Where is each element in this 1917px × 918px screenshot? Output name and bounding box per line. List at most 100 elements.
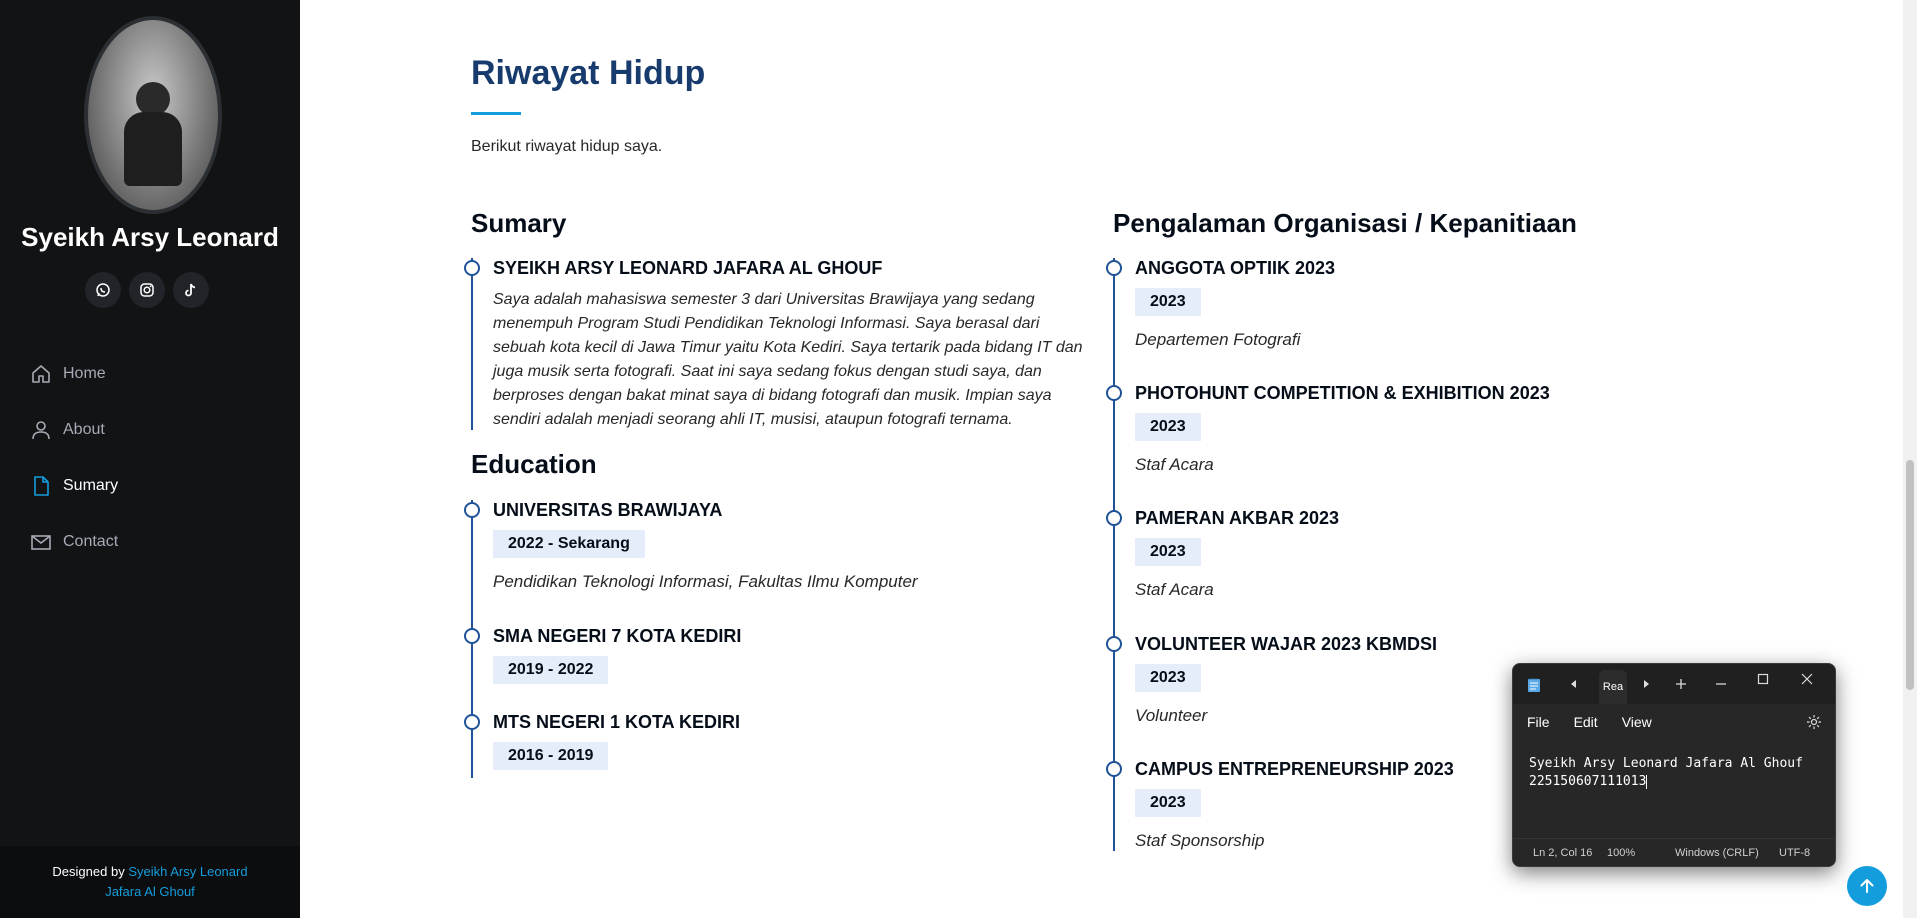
avatar-head: [136, 82, 170, 116]
envelope-icon: [31, 535, 51, 550]
sidebar: Syeikh Arsy Leonard Home About Sumary Co…: [0, 0, 300, 918]
text-cursor: [1646, 774, 1648, 789]
nav-label-contact: Contact: [63, 533, 119, 550]
timeline-dot: [464, 260, 480, 276]
section-subtitle: Berikut riwayat hidup saya.: [471, 138, 663, 155]
notepad-line-2: 225150607111013: [1529, 774, 1647, 789]
experience-item: ANGGOTA OPTIIK 2023 2023 Departemen Foto…: [1106, 258, 1336, 383]
person-icon: [32, 421, 50, 440]
experience-item: PHOTOHUNT COMPETITION & EXHIBITION 2023 …: [1106, 383, 1550, 508]
profile-name[interactable]: Syeikh Arsy Leonard: [0, 222, 300, 253]
status-zoom[interactable]: 100%: [1607, 847, 1635, 859]
settings-gear-icon[interactable]: [1806, 714, 1822, 730]
nav-item-contact[interactable]: Contact: [30, 514, 118, 570]
timeline-dot: [1106, 260, 1122, 276]
social-links: [85, 272, 209, 308]
arrow-up-icon: [1860, 879, 1874, 893]
education-years: 2016 - 2019: [493, 742, 609, 770]
experience-year: 2023: [1135, 789, 1201, 817]
experience-year: 2023: [1135, 664, 1201, 692]
experience-role: Staf Acara: [1135, 455, 1214, 474]
menu-file[interactable]: File: [1527, 714, 1550, 730]
experience-item: PAMERAN AKBAR 2023 2023 Staf Acara: [1106, 508, 1340, 634]
education-heading: Education: [471, 449, 597, 479]
education-item: SMA NEGERI 7 KOTA KEDIRI 2019 - 2022: [464, 626, 742, 712]
education-desc: Pendidikan Teknologi Informasi, Fakultas…: [493, 572, 918, 591]
sidebar-footer: Designed by Syeikh Arsy Leonard Jafara A…: [0, 846, 300, 918]
experience-item: VOLUNTEER WAJAR 2023 KBMDSI 2023 Volunte…: [1106, 634, 1438, 759]
experience-role: Volunteer: [1135, 706, 1208, 725]
notepad-text-area[interactable]: Syeikh Arsy Leonard Jafara Al Ghouf 2251…: [1529, 755, 1803, 791]
close-icon[interactable]: [1801, 673, 1813, 685]
home-icon: [32, 365, 50, 383]
whatsapp-icon: [96, 283, 110, 297]
minimize-icon[interactable]: [1715, 678, 1727, 690]
experience-item: CAMPUS ENTREPRENEURSHIP 2023 2023 Staf S…: [1106, 759, 1454, 851]
sumary-item: SYEIKH ARSY LEONARD JAFARA AL GHOUF Saya…: [464, 258, 1083, 430]
back-to-top-button[interactable]: [1847, 866, 1887, 906]
status-line-ending[interactable]: Windows (CRLF): [1675, 847, 1759, 859]
document-icon: [34, 476, 49, 496]
menu-view[interactable]: View: [1622, 714, 1652, 730]
education-title: MTS NEGERI 1 KOTA KEDIRI: [493, 712, 741, 732]
footer-prefix: Designed by: [52, 864, 125, 879]
tiktok-icon: [185, 283, 196, 297]
nav-item-home[interactable]: Home: [30, 346, 118, 402]
nav-label-home: Home: [63, 365, 106, 382]
notepad-tab[interactable]: Rea: [1599, 670, 1627, 704]
instagram-link[interactable]: [129, 272, 165, 308]
experience-title: PHOTOHUNT COMPETITION & EXHIBITION 2023: [1135, 383, 1550, 403]
experience-title: ANGGOTA OPTIIK 2023: [1135, 258, 1336, 278]
tab-forward-icon[interactable]: [1641, 679, 1651, 689]
experience-title: VOLUNTEER WAJAR 2023 KBMDSI: [1135, 634, 1438, 654]
whatsapp-link[interactable]: [85, 272, 121, 308]
notepad-app-icon: [1528, 678, 1540, 692]
experience-heading: Pengalaman Organisasi / Kepanitiaan: [1113, 208, 1577, 238]
nav-item-sumary[interactable]: Sumary: [30, 458, 118, 514]
section-title: Riwayat Hidup: [471, 54, 706, 92]
footer-author-link[interactable]: Syeikh Arsy Leonard: [128, 864, 247, 879]
notepad-window[interactable]: Rea File Edit View Syeikh Arsy Leonard J…: [1512, 663, 1836, 867]
notepad-menubar: File Edit View: [1513, 704, 1835, 740]
avatar-body: [124, 112, 182, 186]
nav-label-sumary: Sumary: [63, 477, 119, 494]
maximize-icon[interactable]: [1757, 673, 1769, 685]
status-encoding[interactable]: UTF-8: [1779, 847, 1810, 859]
experience-title: CAMPUS ENTREPRENEURSHIP 2023: [1135, 759, 1454, 779]
nav-item-about[interactable]: About: [30, 402, 118, 458]
sumary-name: SYEIKH ARSY LEONARD JAFARA AL GHOUF: [493, 258, 883, 278]
timeline-dot: [1106, 510, 1122, 526]
footer-author-link-cont[interactable]: Jafara Al Ghouf: [105, 884, 195, 899]
education-item: MTS NEGERI 1 KOTA KEDIRI 2016 - 2019: [464, 712, 741, 778]
title-underline: [471, 112, 521, 115]
avatar: [84, 16, 222, 214]
new-tab-icon[interactable]: [1675, 678, 1687, 690]
education-years: 2022 - Sekarang: [493, 530, 645, 558]
experience-title: PAMERAN AKBAR 2023: [1135, 508, 1340, 528]
education-title: SMA NEGERI 7 KOTA KEDIRI: [493, 626, 742, 646]
footer-credits: Designed by Syeikh Arsy Leonard Jafara A…: [30, 862, 270, 902]
timeline-dot: [1106, 761, 1122, 777]
timeline-dot: [464, 628, 480, 644]
instagram-icon: [140, 283, 154, 297]
sumary-text: Saya adalah mahasiswa semester 3 dari Un…: [493, 291, 1083, 428]
notepad-titlebar[interactable]: Rea: [1513, 664, 1835, 704]
scrollbar-thumb[interactable]: [1906, 460, 1914, 690]
nav-label-about: About: [63, 421, 105, 438]
experience-role: Departemen Fotografi: [1135, 330, 1301, 349]
notepad-line-1: Syeikh Arsy Leonard Jafara Al Ghouf: [1529, 756, 1803, 771]
tiktok-link[interactable]: [173, 272, 209, 308]
menu-edit[interactable]: Edit: [1574, 714, 1598, 730]
page-scrollbar[interactable]: [1903, 0, 1917, 918]
experience-year: 2023: [1135, 538, 1201, 566]
experience-year: 2023: [1135, 413, 1201, 441]
sidebar-nav: Home About Sumary Contact: [30, 346, 118, 570]
education-item: UNIVERSITAS BRAWIJAYA 2022 - Sekarang Pe…: [464, 500, 918, 626]
timeline-dot: [1106, 385, 1122, 401]
experience-role: Staf Sponsorship: [1135, 831, 1265, 850]
timeline-dot: [464, 502, 480, 518]
experience-role: Staf Acara: [1135, 580, 1214, 599]
tab-back-icon[interactable]: [1569, 679, 1579, 689]
notepad-statusbar: Ln 2, Col 16 100% Windows (CRLF) UTF-8: [1513, 838, 1835, 866]
education-years: 2019 - 2022: [493, 656, 609, 684]
